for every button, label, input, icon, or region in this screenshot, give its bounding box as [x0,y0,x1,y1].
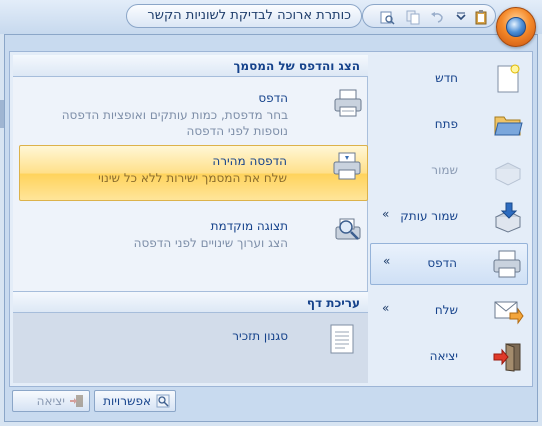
menu-item-send[interactable]: שלח » [370,291,528,331]
printer-icon [332,87,364,119]
page-setup-section: סגנון תזכיר [13,313,368,383]
window-title: כותרת ארוכה לבדיקת לשוניות הקשר [126,4,362,28]
submenu-arrow-icon: » [382,207,390,221]
menu-item-save-as[interactable]: שמור עותק » [370,197,528,237]
submenu-item-title: הדפס [258,91,288,105]
submenu-item-desc: שלח את המסמך ישירות ללא כל שינוי [98,171,287,185]
title-bar: כותרת ארוכה לבדיקת לשוניות הקשר [0,0,542,47]
globe-icon [506,17,526,37]
menu-item-label: הדפס [427,256,457,270]
page-setup-header: עריכת דף [13,291,368,313]
menu-item-save[interactable]: שמור [370,151,528,191]
menu-items-column: חדש פתח שמור שמור עותק » הדפס » שלח » יצ… [370,55,532,383]
menu-item-print[interactable]: הדפס » [370,243,528,285]
exit-button[interactable]: יציאה [12,390,90,412]
submenu-item-quick-print[interactable]: הדפסה מהירה שלח את המסמך ישירות ללא כל ש… [19,145,368,201]
submenu-item-title: תצוגה מוקדמת [210,219,288,233]
menu-item-label: פתח [434,117,458,131]
submenu-arrow-icon: » [383,254,391,268]
submenu-item-desc: הצג וערוך שינויים לפני הדפסה [133,236,288,250]
open-folder-icon [492,109,524,141]
chevron-down-icon[interactable] [453,9,469,25]
application-menu-button[interactable] [496,7,536,47]
menu-item-label: יציאה [429,349,458,363]
submenu-item-print-preview[interactable]: תצוגה מוקדמת הצג וערוך שינויים לפני הדפס… [19,211,368,265]
save-icon [492,155,524,187]
submenu-item-title: סגנון תזכיר [232,329,288,343]
document-icon [326,323,358,355]
print-preview-icon[interactable] [379,9,395,25]
application-menu: הצג והדפס של המסמך הדפס בחר מדפסת, כמות … [4,34,538,422]
quick-print-icon [331,150,363,182]
send-mail-icon [492,295,524,327]
exit-button-label: יציאה [36,394,65,408]
menu-item-open[interactable]: פתח [370,105,528,145]
save-as-icon [492,201,524,233]
submenu-item-memo-style[interactable]: סגנון תזכיר [13,319,368,373]
exit-icon [492,341,524,373]
copy-icon[interactable] [405,9,421,25]
submenu-item-print[interactable]: הדפס בחר מדפסת, כמות עותקים ואופציות הדפ… [19,83,368,139]
menu-item-label: חדש [435,71,458,85]
submenu-arrow-icon: » [382,301,390,315]
menu-item-new[interactable]: חדש [370,59,528,99]
printer-icon [491,248,523,280]
submenu-item-desc: בחר מדפסת, כמות עותקים ואופציות הדפסה נוס… [62,107,288,139]
desc-line-2: נוספות לפני הדפסה [186,124,288,138]
options-button[interactable]: אפשרויות [94,390,176,412]
submenu-header: הצג והדפס של המסמך [13,55,368,77]
clipboard-icon[interactable] [473,9,489,25]
menu-item-label: שמור [431,163,458,177]
submenu-item-title: הדפסה מהירה [212,154,287,168]
options-button-label: אפשרויות [103,394,151,408]
menu-item-label: שמור עותק [400,209,458,223]
application-menu-body: הצג והדפס של המסמך הדפס בחר מדפסת, כמות … [9,51,533,387]
quick-access-toolbar [362,4,496,28]
print-preview-icon [332,215,364,247]
desc-line-1: בחר מדפסת, כמות עותקים ואופציות הדפסה [61,108,288,122]
menu-item-exit[interactable]: יציאה [370,337,528,377]
new-document-icon [492,63,524,95]
submenu-panel: הצג והדפס של המסמך הדפס בחר מדפסת, כמות … [13,55,368,383]
menu-item-label: שלח [434,303,458,317]
exit-icon [69,393,85,409]
undo-icon[interactable] [429,9,445,25]
options-icon [155,393,171,409]
